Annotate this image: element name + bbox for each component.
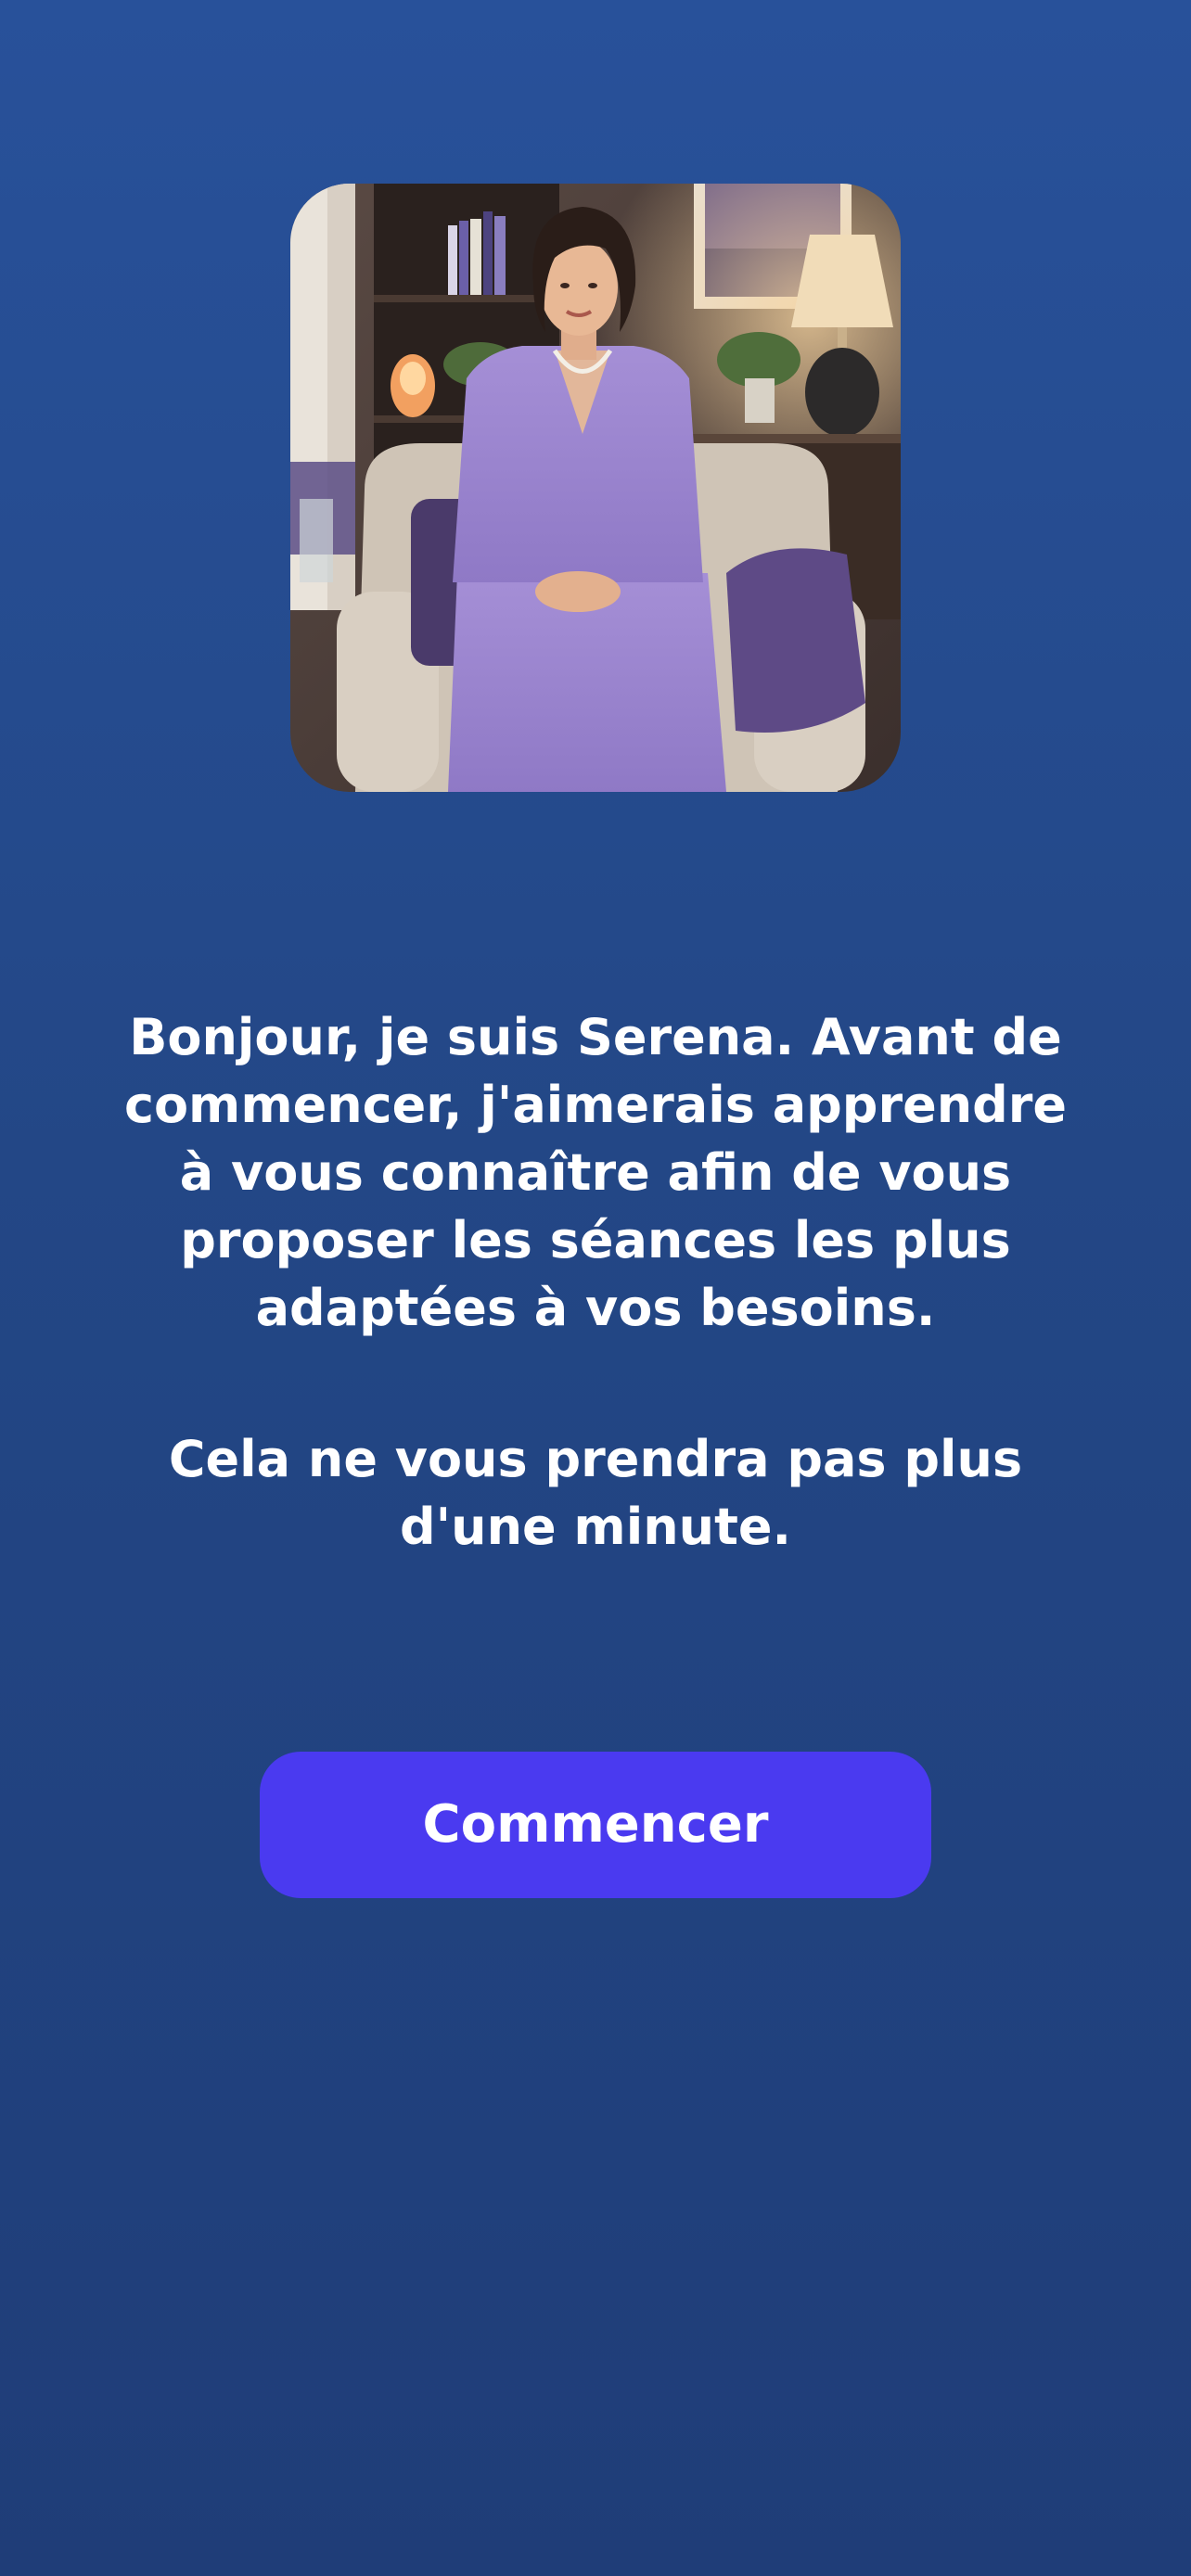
start-button[interactable]: Commencer	[260, 1752, 931, 1898]
duration-text: Cela ne vous prendra pas plus d'une minu…	[168, 1430, 1023, 1556]
onboarding-message: Bonjour, je suis Serena. Avant de commen…	[102, 1003, 1089, 1561]
serena-portrait-image	[290, 184, 901, 792]
status-bar	[0, 0, 1191, 121]
serena-portrait-icon	[290, 184, 901, 792]
intro-text: Bonjour, je suis Serena. Avant de commen…	[123, 1008, 1068, 1337]
